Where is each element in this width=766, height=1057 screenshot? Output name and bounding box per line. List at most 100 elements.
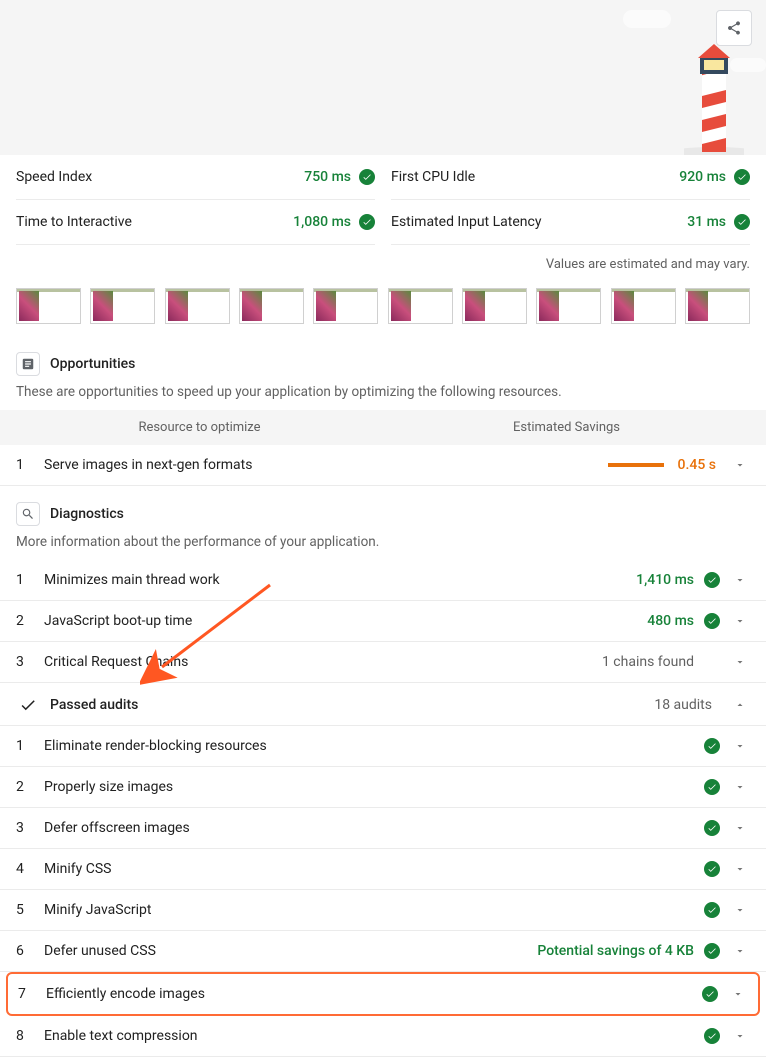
chevron-down-icon[interactable] (730, 945, 750, 957)
chevron-down-icon[interactable] (730, 615, 750, 627)
chevron-down-icon[interactable] (730, 740, 750, 752)
metrics-right-col: First CPU Idle 920 ms Estimated Input La… (391, 155, 750, 245)
audit-number: 3 (16, 820, 44, 836)
section-title: Diagnostics (50, 506, 124, 522)
passed-audit-row[interactable]: 7Efficiently encode images (6, 972, 760, 1016)
passed-audit-row[interactable]: 5Minify JavaScript (0, 890, 766, 931)
audit-label: Defer unused CSS (44, 943, 537, 959)
passed-audit-row[interactable]: 2Properly size images (0, 767, 766, 808)
audit-value: 1,410 ms (636, 572, 694, 588)
filmstrip-frame[interactable] (239, 288, 304, 324)
metrics-grid: Speed Index 750 ms Time to Interactive 1… (0, 155, 766, 245)
audit-extra: Potential savings of 4 KB (537, 943, 694, 959)
passed-audits-header[interactable]: Passed audits 18 audits (0, 683, 766, 726)
chevron-down-icon[interactable] (730, 574, 750, 586)
metric-row[interactable]: Speed Index 750 ms (16, 155, 375, 200)
filmstrip-frame[interactable] (16, 288, 81, 324)
lighthouse-logo (684, 40, 744, 155)
audit-number: 4 (16, 861, 44, 877)
audit-count: 18 audits (654, 697, 712, 713)
metric-label: Speed Index (16, 169, 92, 185)
audit-number: 2 (16, 613, 44, 629)
search-icon (16, 502, 40, 526)
check-icon (359, 169, 375, 185)
metric-row[interactable]: First CPU Idle 920 ms (391, 155, 750, 200)
check-icon (704, 1028, 720, 1044)
section-title: Opportunities (50, 356, 135, 372)
section-desc: These are opportunities to speed up your… (0, 382, 766, 410)
audit-number: 2 (16, 779, 44, 795)
check-icon (734, 214, 750, 230)
passed-audit-row[interactable]: 3Defer offscreen images (0, 808, 766, 849)
section-desc: More information about the performance o… (0, 532, 766, 560)
check-icon (704, 902, 720, 918)
filmstrip-frame[interactable] (685, 288, 750, 324)
chevron-up-icon[interactable] (730, 699, 750, 711)
passed-audit-row[interactable]: 6Defer unused CSSPotential savings of 4 … (0, 931, 766, 972)
savings-bar (608, 463, 664, 467)
check-icon (16, 693, 40, 717)
chevron-down-icon[interactable] (730, 863, 750, 875)
check-icon (704, 613, 720, 629)
chevron-down-icon[interactable] (730, 656, 750, 668)
audit-label: Critical Request Chains (44, 654, 602, 670)
passed-audit-row[interactable]: 1Eliminate render-blocking resources (0, 726, 766, 767)
diagnostic-row[interactable]: 3Critical Request Chains1 chains found (0, 642, 766, 683)
audit-label: Eliminate render-blocking resources (44, 738, 704, 754)
audit-number: 3 (16, 654, 44, 670)
audit-number: 6 (16, 943, 44, 959)
opportunities-header: Opportunities (0, 344, 766, 382)
chevron-down-icon[interactable] (730, 1030, 750, 1042)
filmstrip-frame[interactable] (165, 288, 230, 324)
audit-number: 8 (16, 1028, 44, 1044)
chevron-down-icon[interactable] (728, 988, 748, 1000)
opportunities-icon (16, 352, 40, 376)
savings-value: 0.45 s (678, 457, 716, 473)
filmstrip-frame[interactable] (611, 288, 676, 324)
passed-audit-row[interactable]: 8Enable text compression (0, 1016, 766, 1057)
filmstrip-frame[interactable] (536, 288, 601, 324)
passed-audit-row[interactable]: 4Minify CSS (0, 849, 766, 890)
filmstrip-frame[interactable] (90, 288, 155, 324)
chevron-down-icon[interactable] (730, 904, 750, 916)
cloud-decoration (623, 10, 671, 28)
chevron-down-icon[interactable] (730, 781, 750, 793)
audit-label: Serve images in next-gen formats (44, 457, 450, 473)
chevron-down-icon[interactable] (730, 459, 750, 471)
opportunity-row[interactable]: 1 Serve images in next-gen formats 0.45 … (0, 445, 766, 486)
audit-value: 1 chains found (602, 654, 694, 670)
audit-number: 7 (18, 986, 46, 1002)
check-icon (704, 779, 720, 795)
share-icon (726, 20, 742, 36)
metrics-left-col: Speed Index 750 ms Time to Interactive 1… (16, 155, 375, 245)
filmstrip-frame[interactable] (388, 288, 453, 324)
column-header: Estimated Savings (383, 420, 750, 435)
audit-number: 5 (16, 902, 44, 918)
audit-label: Properly size images (44, 779, 704, 795)
check-icon (734, 169, 750, 185)
metric-value: 920 ms (679, 169, 726, 185)
check-icon (702, 986, 718, 1002)
audit-label: Minify CSS (44, 861, 704, 877)
filmstrip-frame[interactable] (462, 288, 527, 324)
audit-value: 480 ms (647, 613, 694, 629)
check-icon (704, 572, 720, 588)
diagnostic-row[interactable]: 1Minimizes main thread work1,410 ms (0, 560, 766, 601)
check-icon (704, 943, 720, 959)
audit-label: Efficiently encode images (46, 986, 702, 1002)
metric-value: 31 ms (687, 214, 726, 230)
chevron-down-icon[interactable] (730, 822, 750, 834)
estimate-note: Values are estimated and may vary. (0, 245, 766, 280)
audit-number: 1 (16, 738, 44, 754)
audit-label: Minify JavaScript (44, 902, 704, 918)
metric-value: 1,080 ms (293, 214, 351, 230)
audit-label: JavaScript boot-up time (44, 613, 647, 629)
filmstrip (0, 280, 766, 344)
audit-number: 1 (16, 457, 44, 473)
metric-row[interactable]: Time to Interactive 1,080 ms (16, 200, 375, 245)
filmstrip-frame[interactable] (313, 288, 378, 324)
column-header: Resource to optimize (16, 420, 383, 435)
diagnostic-row[interactable]: 2JavaScript boot-up time480 ms (0, 601, 766, 642)
metric-row[interactable]: Estimated Input Latency 31 ms (391, 200, 750, 245)
audit-number: 1 (16, 572, 44, 588)
